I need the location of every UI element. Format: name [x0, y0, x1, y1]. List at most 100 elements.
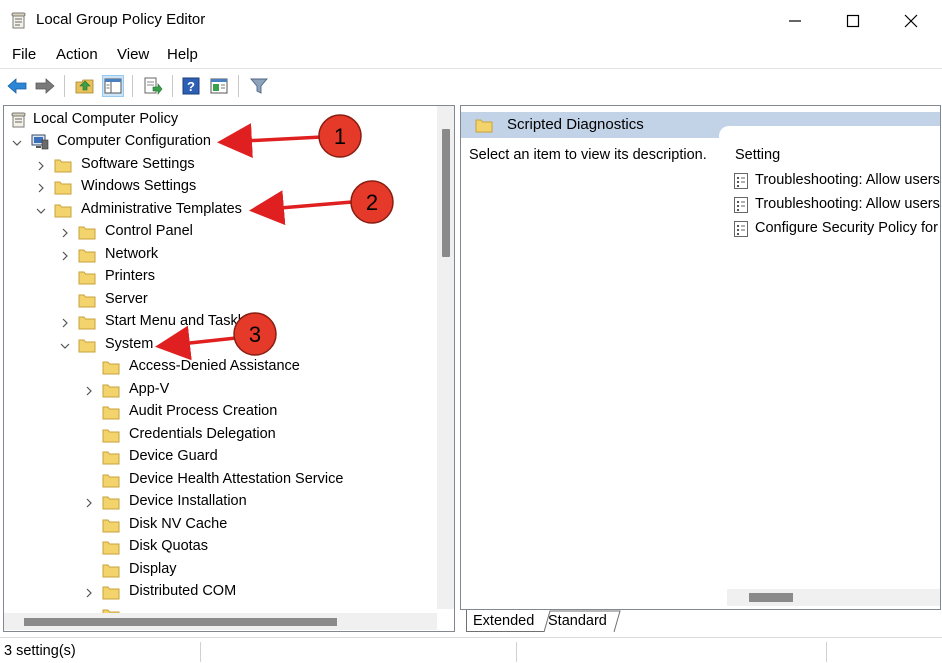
- tree-item-system-child[interactable]: Audit Process Creation: [4, 401, 434, 423]
- tree-pane[interactable]: Local Computer Policy Computer Configura…: [3, 105, 455, 632]
- folder-icon: [102, 451, 120, 465]
- tree-item-label: Disk NV Cache: [129, 516, 228, 532]
- chevron-right-icon[interactable]: [59, 227, 71, 239]
- chevron-right-icon[interactable]: [59, 317, 71, 329]
- tree-item-root[interactable]: Local Computer Policy: [4, 109, 434, 131]
- tree-item-system-child[interactable]: Device Installation: [4, 491, 434, 513]
- properties-view-button[interactable]: [208, 75, 230, 97]
- tree-item-system-child[interactable]: App-V: [4, 379, 434, 401]
- tree-item-label: Administrative Templates: [81, 201, 242, 217]
- description-text: Select an item to view its description.: [469, 147, 707, 163]
- export-list-icon: [144, 77, 163, 95]
- chevron-down-icon[interactable]: [35, 205, 47, 217]
- tree-item-system-child[interactable]: Access-Denied Assistance: [4, 356, 434, 378]
- tree-item-software-settings[interactable]: Software Settings: [4, 154, 434, 176]
- folder-icon: [102, 541, 120, 555]
- view-tabs: Extended Standard: [460, 610, 942, 634]
- chevron-right-icon[interactable]: [83, 497, 95, 509]
- menu-view[interactable]: View: [117, 46, 149, 63]
- tree-item-system[interactable]: System: [4, 334, 434, 356]
- tree-item-label: Credentials Delegation: [129, 426, 276, 442]
- tree-item-clipped[interactable]: [4, 604, 434, 613]
- folder-icon: [102, 496, 120, 510]
- tree-item-server[interactable]: Server: [4, 289, 434, 311]
- menu-help[interactable]: Help: [167, 46, 198, 63]
- export-list-button[interactable]: [142, 75, 164, 97]
- setting-label: Troubleshooting: Allow users: [755, 172, 940, 188]
- maximize-button[interactable]: [824, 0, 882, 42]
- minimize-button[interactable]: [766, 0, 824, 42]
- tree-item-label: Distributed COM: [129, 583, 237, 599]
- filter-button[interactable]: [248, 75, 270, 97]
- chevron-right-icon[interactable]: [35, 182, 47, 194]
- tree-item-windows-settings[interactable]: Windows Settings: [4, 176, 434, 198]
- menu-file[interactable]: File: [12, 46, 36, 63]
- policy-scroll-icon: [11, 12, 26, 29]
- tree-item-label: Display: [129, 561, 177, 577]
- tree-item-network[interactable]: Network: [4, 244, 434, 266]
- tree-item-system-child[interactable]: Device Guard: [4, 446, 434, 468]
- details-horizontal-scrollbar[interactable]: [727, 589, 940, 606]
- folder-icon: [78, 316, 96, 330]
- chevron-right-icon[interactable]: [35, 160, 47, 172]
- folder-icon: [54, 204, 72, 218]
- folder-icon: [102, 429, 120, 443]
- scroll-thumb[interactable]: [749, 593, 793, 602]
- setting-label: Configure Security Policy for: [755, 220, 938, 236]
- tree-item-label: Software Settings: [81, 156, 195, 172]
- forward-button[interactable]: [34, 75, 56, 97]
- setting-column-header[interactable]: Setting: [735, 147, 780, 163]
- close-button[interactable]: [882, 0, 940, 42]
- tree-vertical-scrollbar[interactable]: [437, 106, 454, 609]
- chevron-down-icon[interactable]: [11, 137, 23, 149]
- help-button[interactable]: ?: [180, 75, 202, 97]
- scroll-thumb[interactable]: [24, 618, 337, 626]
- tree-item-start-menu[interactable]: Start Menu and Taskb: [4, 311, 434, 333]
- policy-setting-icon: [734, 221, 748, 237]
- policy-setting-icon: [734, 197, 748, 213]
- tree-horizontal-scrollbar[interactable]: [4, 613, 437, 630]
- folder-icon: [102, 406, 120, 420]
- tree-item-label: Device Guard: [129, 448, 218, 464]
- tree-item-control-panel[interactable]: Control Panel: [4, 221, 434, 243]
- up-level-button[interactable]: [74, 75, 96, 97]
- tree-item-label: Start Menu and Taskb: [105, 313, 246, 329]
- chevron-right-icon[interactable]: [59, 250, 71, 262]
- forward-arrow-icon: [35, 78, 55, 94]
- tree-item-system-child[interactable]: Disk Quotas: [4, 536, 434, 558]
- tab-standard[interactable]: Standard: [544, 610, 620, 632]
- computer-icon: [31, 134, 49, 150]
- svg-text:?: ?: [187, 79, 195, 94]
- scroll-thumb[interactable]: [442, 129, 450, 257]
- chevron-right-icon[interactable]: [83, 587, 95, 599]
- tree-item-label: Network: [105, 246, 159, 262]
- tree-item-system-child[interactable]: Disk NV Cache: [4, 514, 434, 536]
- tree-item-computer-configuration[interactable]: Computer Configuration: [4, 131, 434, 153]
- folder-icon: [54, 181, 72, 195]
- status-text: 3 setting(s): [4, 643, 76, 659]
- toolbar: ?: [0, 68, 942, 102]
- tree-item-system-child[interactable]: Display: [4, 559, 434, 581]
- chevron-right-icon[interactable]: [83, 385, 95, 397]
- chevron-down-icon[interactable]: [59, 340, 71, 352]
- folder-icon: [102, 361, 120, 375]
- folder-icon: [102, 519, 120, 533]
- details-header-title: Scripted Diagnostics: [507, 116, 644, 133]
- folder-icon: [475, 119, 493, 133]
- tree-item-printers[interactable]: Printers: [4, 266, 434, 288]
- tree-item-system-child[interactable]: Distributed COM: [4, 581, 434, 603]
- show-hide-tree-button[interactable]: [102, 75, 124, 97]
- tab-label: Standard: [548, 613, 607, 629]
- back-button[interactable]: [6, 75, 28, 97]
- window-title: Local Group Policy Editor: [36, 11, 206, 28]
- menu-bar: File Action View Help: [0, 42, 942, 68]
- policy-scroll-icon: [11, 112, 26, 128]
- tree-item-system-child[interactable]: Device Health Attestation Service: [4, 469, 434, 491]
- tree-item-system-child[interactable]: Credentials Delegation: [4, 424, 434, 446]
- details-pane: Scripted Diagnostics Select an item to v…: [460, 105, 941, 610]
- tree-item-administrative-templates[interactable]: Administrative Templates: [4, 199, 434, 221]
- folder-icon: [78, 294, 96, 308]
- tree-item-label: Windows Settings: [81, 178, 197, 194]
- menu-action[interactable]: Action: [56, 46, 98, 63]
- tab-extended[interactable]: Extended: [466, 610, 544, 632]
